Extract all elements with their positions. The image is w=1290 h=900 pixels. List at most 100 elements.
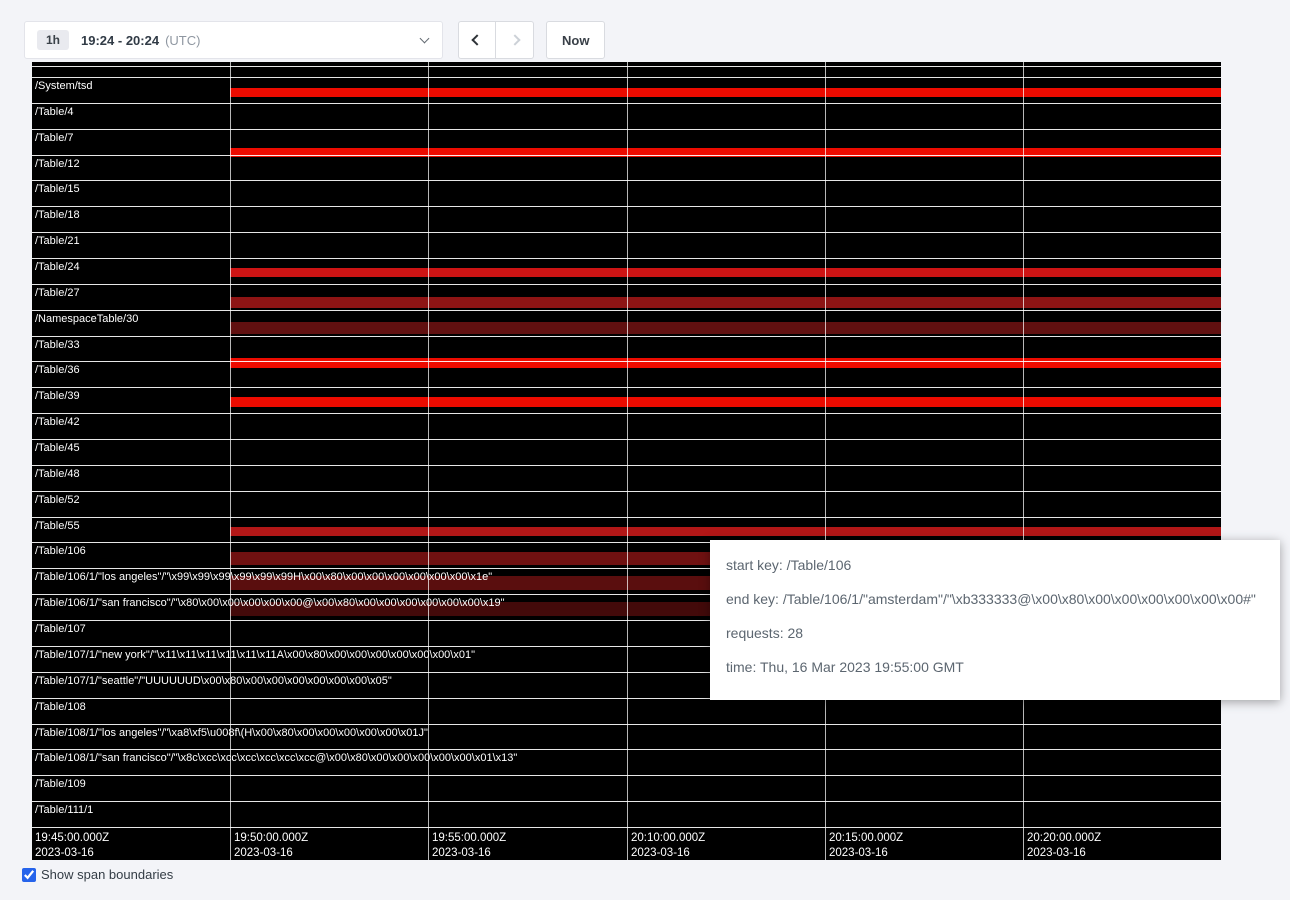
tooltip-time: time: Thu, 16 Mar 2023 19:55:00 GMT (726, 656, 1264, 678)
axis-date: 2023-03-16 (234, 846, 308, 860)
heatmap-canvas[interactable]: /System/tsd/Table/4/Table/7/Table/12/Tab… (32, 62, 1221, 860)
axis-time: 20:15:00.000Z (829, 831, 903, 846)
axis-time: 19:50:00.000Z (234, 831, 308, 846)
time-axis-label: 20:15:00.000Z2023-03-16 (829, 831, 903, 860)
span-boundary-line (32, 310, 1221, 311)
span-boundary-line (32, 517, 1221, 518)
span-label: /Table/4 (35, 106, 74, 118)
span-label: /Table/18 (35, 209, 80, 221)
span-label: /Table/7 (35, 132, 74, 144)
span-boundary-line (32, 775, 1221, 776)
time-gridline (428, 62, 429, 860)
axis-date: 2023-03-16 (1027, 846, 1101, 860)
span-label: /Table/106 (35, 545, 86, 557)
heat-band[interactable] (230, 268, 1221, 277)
span-label: /Table/36 (35, 364, 80, 376)
span-boundary-line (32, 336, 1221, 337)
span-boundary-line (32, 66, 1221, 67)
span-boundary-line (32, 258, 1221, 259)
span-label: /Table/106/1/"san francisco"/"\x80\x00\x… (35, 597, 505, 609)
prev-time-button[interactable] (458, 21, 496, 59)
axis-time: 19:55:00.000Z (432, 831, 506, 846)
show-span-boundaries-checkbox[interactable] (22, 868, 36, 882)
heat-band[interactable] (230, 322, 1221, 334)
span-boundary-line (32, 155, 1221, 156)
time-axis-label: 20:20:00.000Z2023-03-16 (1027, 831, 1101, 860)
span-label: /Table/108/1/"san francisco"/"\x8c\xcc\x… (35, 752, 517, 764)
axis-time: 20:10:00.000Z (631, 831, 705, 846)
chevron-down-icon (420, 34, 430, 44)
span-boundary-line (32, 77, 1221, 78)
time-axis-label: 20:10:00.000Z2023-03-16 (631, 831, 705, 860)
span-boundary-line (32, 724, 1221, 725)
heat-band[interactable] (230, 88, 1221, 97)
axis-date: 2023-03-16 (829, 846, 903, 860)
time-window-badge: 1h (37, 30, 69, 50)
now-button[interactable]: Now (546, 21, 605, 59)
heat-band[interactable] (230, 527, 1221, 536)
show-span-boundaries-label: Show span boundaries (41, 867, 173, 882)
span-boundary-line (32, 361, 1221, 362)
span-label: /Table/27 (35, 287, 80, 299)
span-boundary-line (32, 491, 1221, 492)
tooltip-end-key: end key: /Table/106/1/"amsterdam"/"\xb33… (726, 588, 1264, 610)
next-time-button[interactable] (496, 21, 534, 59)
heat-band[interactable] (230, 397, 1221, 407)
span-boundary-line (32, 439, 1221, 440)
span-boundary-line (32, 749, 1221, 750)
span-boundary-line (32, 801, 1221, 802)
span-label: /Table/107/1/"new york"/"\x11\x11\x11\x1… (35, 649, 475, 661)
axis-date: 2023-03-16 (432, 846, 506, 860)
span-boundary-line (32, 103, 1221, 104)
span-boundary-line (32, 206, 1221, 207)
span-label: /NamespaceTable/30 (35, 313, 138, 325)
heat-band[interactable] (230, 297, 1221, 308)
span-boundary-line (32, 387, 1221, 388)
span-label: /Table/33 (35, 339, 80, 351)
span-label: /Table/111/1 (35, 804, 93, 816)
span-boundary-line (32, 180, 1221, 181)
time-axis-label: 19:50:00.000Z2023-03-16 (234, 831, 308, 860)
chevron-left-icon (471, 34, 482, 45)
span-boundary-line (32, 129, 1221, 130)
time-nav-group (458, 21, 534, 59)
time-range-text: 19:24 - 20:24 (81, 33, 159, 48)
heat-band[interactable] (230, 358, 1221, 368)
span-label: /System/tsd (35, 80, 92, 92)
span-label: /Table/21 (35, 235, 80, 247)
time-gridline (627, 62, 628, 860)
span-label: /Table/106/1/"los angeles"/"\x99\x99\x99… (35, 571, 492, 583)
span-boundary-line (32, 413, 1221, 414)
span-label: /Table/107 (35, 623, 86, 635)
time-range-selector[interactable]: 1h 19:24 - 20:24 (UTC) (24, 21, 443, 59)
span-boundary-line (32, 827, 1221, 828)
time-axis-label: 19:45:00.000Z2023-03-16 (35, 831, 109, 860)
span-label: /Table/108/1/"los angeles"/"\xa8\xf5\u00… (35, 727, 428, 739)
axis-time: 20:20:00.000Z (1027, 831, 1101, 846)
span-label: /Table/52 (35, 494, 80, 506)
span-label: /Table/15 (35, 183, 80, 195)
tooltip-start-key: start key: /Table/106 (726, 554, 1264, 576)
time-gridline (1023, 62, 1024, 860)
span-label: /Table/39 (35, 390, 80, 402)
axis-date: 2023-03-16 (35, 846, 109, 860)
span-label: /Table/45 (35, 442, 80, 454)
span-label: /Table/48 (35, 468, 80, 480)
time-range-timezone: (UTC) (165, 33, 200, 48)
time-gridline (825, 62, 826, 860)
key-visualizer-page: 1h 19:24 - 20:24 (UTC) Now /System/tsd/T… (0, 0, 1290, 900)
footer: Show span boundaries (22, 867, 173, 882)
span-tooltip: start key: /Table/106 end key: /Table/10… (710, 540, 1280, 700)
span-boundary-line (32, 284, 1221, 285)
span-label: /Table/108 (35, 701, 86, 713)
span-boundary-line (32, 232, 1221, 233)
span-label: /Table/24 (35, 261, 80, 273)
span-label: /Table/109 (35, 778, 86, 790)
toolbar: 1h 19:24 - 20:24 (UTC) Now (24, 21, 605, 59)
span-label: /Table/55 (35, 520, 80, 532)
span-boundary-line (32, 465, 1221, 466)
span-label: /Table/107/1/"seattle"/"UUUUUUD\x00\x80\… (35, 675, 392, 687)
tooltip-requests: requests: 28 (726, 622, 1264, 644)
axis-time: 19:45:00.000Z (35, 831, 109, 846)
chevron-right-icon (509, 34, 520, 45)
